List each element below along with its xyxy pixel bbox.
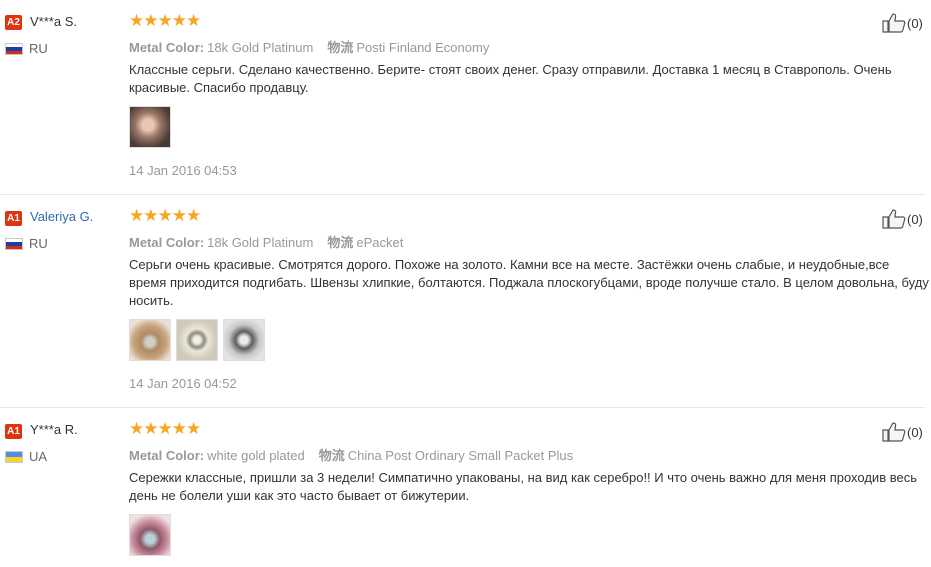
helpful-count: (0)	[907, 424, 923, 440]
shipping-label: 物流	[327, 40, 354, 55]
russia-flag-icon	[5, 238, 23, 250]
helpful-button[interactable]: (0)	[882, 13, 923, 33]
review-photos	[129, 319, 265, 361]
metal-color-label: Metal Color:	[129, 235, 205, 250]
helpful-button[interactable]: (0)	[882, 209, 923, 229]
reviewer-country: UA	[29, 449, 48, 464]
review-date: 14 Jan 2016 04:53	[129, 163, 237, 178]
review-text: Серьги очень красивые. Смотрятся дорого.…	[129, 257, 929, 308]
russia-flag-icon	[5, 43, 23, 55]
review-text: Сережки классные, пришли за 3 недели! Си…	[129, 470, 917, 503]
shipping-value: Posti Finland Economy	[356, 40, 490, 55]
star-rating: ★★★★★	[129, 11, 201, 30]
review-text: Классные серьги. Сделано качественно. Бе…	[129, 62, 892, 95]
metal-color-label: Metal Color:	[129, 448, 205, 463]
metal-color-value: 18k Gold Platinum	[207, 235, 314, 250]
order-info: Metal Color: 18k Gold Platinum 物流 ePacket	[129, 232, 403, 251]
review-photo-thumbnail[interactable]	[176, 319, 218, 361]
thumbs-up-icon	[882, 13, 906, 33]
shipping-value: ePacket	[356, 235, 404, 250]
helpful-count: (0)	[907, 211, 923, 227]
star-rating: ★★★★★	[129, 206, 201, 225]
metal-color-value: 18k Gold Platinum	[207, 40, 314, 55]
reviewer-country: RU	[29, 41, 48, 56]
review-photo-thumbnail[interactable]	[223, 319, 265, 361]
review-photo-thumbnail[interactable]	[129, 514, 171, 556]
review-date: 14 Jan 2016 04:52	[129, 376, 237, 391]
metal-color-value: white gold plated	[207, 448, 305, 463]
reviewer-name: V***a S.	[30, 14, 77, 29]
buyer-level-badge: A2	[5, 15, 22, 30]
review-photos	[129, 514, 171, 556]
star-rating: ★★★★★	[129, 419, 201, 438]
metal-color-label: Metal Color:	[129, 40, 205, 55]
buyer-level-badge: A1	[5, 424, 22, 439]
shipping-value: China Post Ordinary Small Packet Plus	[347, 448, 574, 463]
review-item: A2 V***a S. RU ★★★★★ Metal Color: 18k Gol…	[0, 0, 931, 194]
buyer-level-badge: A1	[5, 211, 22, 226]
review-item: A1 Y***a R. UA ★★★★★ Metal Color: white g…	[0, 408, 931, 567]
helpful-count: (0)	[907, 15, 923, 31]
shipping-label: 物流	[327, 235, 354, 250]
reviewer-name[interactable]: Valeriya G.	[30, 209, 93, 224]
helpful-button[interactable]: (0)	[882, 422, 923, 442]
reviewer-name: Y***a R.	[30, 422, 78, 437]
review-photo-thumbnail[interactable]	[129, 106, 171, 148]
thumbs-up-icon	[882, 422, 906, 442]
thumbs-up-icon	[882, 209, 906, 229]
order-info: Metal Color: 18k Gold Platinum 物流 Posti Fin…	[129, 37, 489, 56]
order-info: Metal Color: white gold plated 物流 China Pos…	[129, 445, 573, 464]
shipping-label: 物流	[318, 448, 345, 463]
ukraine-flag-icon	[5, 451, 23, 463]
review-photos	[129, 106, 171, 148]
review-item: A1 Valeriya G. RU ★★★★★ Metal Color: 18k …	[0, 195, 931, 407]
review-photo-thumbnail[interactable]	[129, 319, 171, 361]
reviewer-country: RU	[29, 236, 48, 251]
